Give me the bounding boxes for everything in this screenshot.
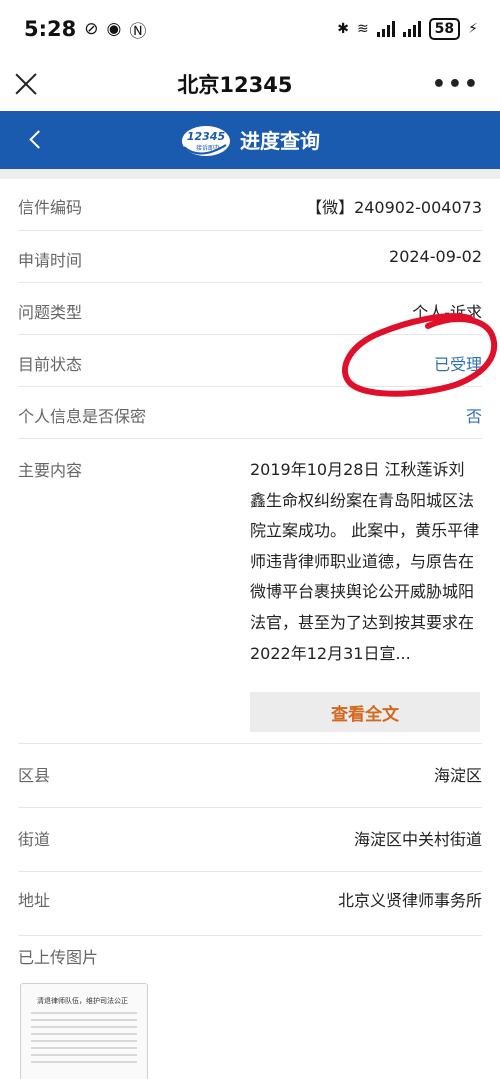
nfc-icon: Ⓝ [129,21,147,42]
signal-icon [376,21,395,37]
address-label: 地址 [18,891,51,910]
privacy-label: 个人信息是否保密 [18,407,147,426]
close-button[interactable] [14,72,38,96]
content-label: 主要内容 [18,461,83,480]
svg-text:12345: 12345 [187,130,226,143]
row-street: 街道 海淀区中关村街道 [18,808,482,872]
eye-icon: ◉ [106,19,122,39]
uploaded-image-thumbnail[interactable]: 清退律师队伍，维护司法公正 [20,983,148,1079]
apply-time-value: 2024-09-02 [389,247,482,266]
clock: 5:28 [24,17,77,41]
letter-no-value: 【微】240902-004073 [306,198,482,217]
wifi-icon: ≋ [356,21,369,37]
row-main-content: 主要内容 2019年10月28日 江秋莲诉刘鑫生命权纠纷案在青岛阳城区法院立案成… [18,439,482,744]
header-title: 进度查询 [240,129,320,153]
view-full-button[interactable]: 查看全文 [250,692,480,732]
address-value: 北京义贤律师事务所 [337,891,482,910]
apply-time-label: 申请时间 [18,251,83,270]
row-address: 地址 北京义贤律师事务所 [18,872,482,936]
thumbnail-title: 清退律师队伍，维护司法公正 [37,997,128,1005]
row-status: 目前状态 已受理 [18,335,482,387]
back-button[interactable] [26,125,46,155]
svg-text:接诉即办: 接诉即办 [196,144,220,152]
street-value: 海淀区中关村街道 [353,830,482,849]
district-label: 区县 [18,766,51,785]
page-title: 北京12345 [177,73,293,97]
row-letter-no: 信件编码 【微】240902-004073 [18,179,482,231]
status-value: 已受理 [433,355,482,374]
uploaded-images-label: 已上传图片 [18,948,99,967]
status-label: 目前状态 [18,355,83,374]
status-bar: 5:28 ⊘ ◉ Ⓝ ✱ ≋ 58 ⚡ [0,0,500,58]
sync-icon: ⊘ [84,19,99,39]
charging-icon: ⚡ [468,21,478,37]
row-privacy: 个人信息是否保密 否 [18,387,482,439]
issue-type-label: 问题类型 [18,303,83,322]
district-value: 海淀区 [433,766,482,785]
logo-12345: 12345 接诉即办 [182,126,230,156]
detail-list: 信件编码 【微】240902-004073 申请时间 2024-09-02 问题… [0,179,500,936]
row-district: 区县 海淀区 [18,744,482,808]
page-header: 12345 接诉即办 进度查询 [0,111,500,169]
content-text: 2019年10月28日 江秋莲诉刘鑫生命权纠纷案在青岛阳城区法院立案成功。 此案… [250,460,480,663]
row-apply-time: 申请时间 2024-09-02 [18,231,482,283]
issue-type-value: 个人-诉求 [412,303,482,322]
signal-icon-2 [402,21,421,37]
battery-indicator: 58 [428,18,461,40]
more-options-button[interactable]: ••• [432,72,480,97]
bluetooth-icon: ✱ [337,21,349,37]
street-label: 街道 [18,830,51,849]
title-bar: 北京12345 ••• [0,58,500,110]
row-issue-type: 问题类型 个人-诉求 [18,283,482,335]
separator [0,169,500,179]
privacy-value: 否 [465,407,482,426]
letter-no-label: 信件编码 [18,198,83,217]
